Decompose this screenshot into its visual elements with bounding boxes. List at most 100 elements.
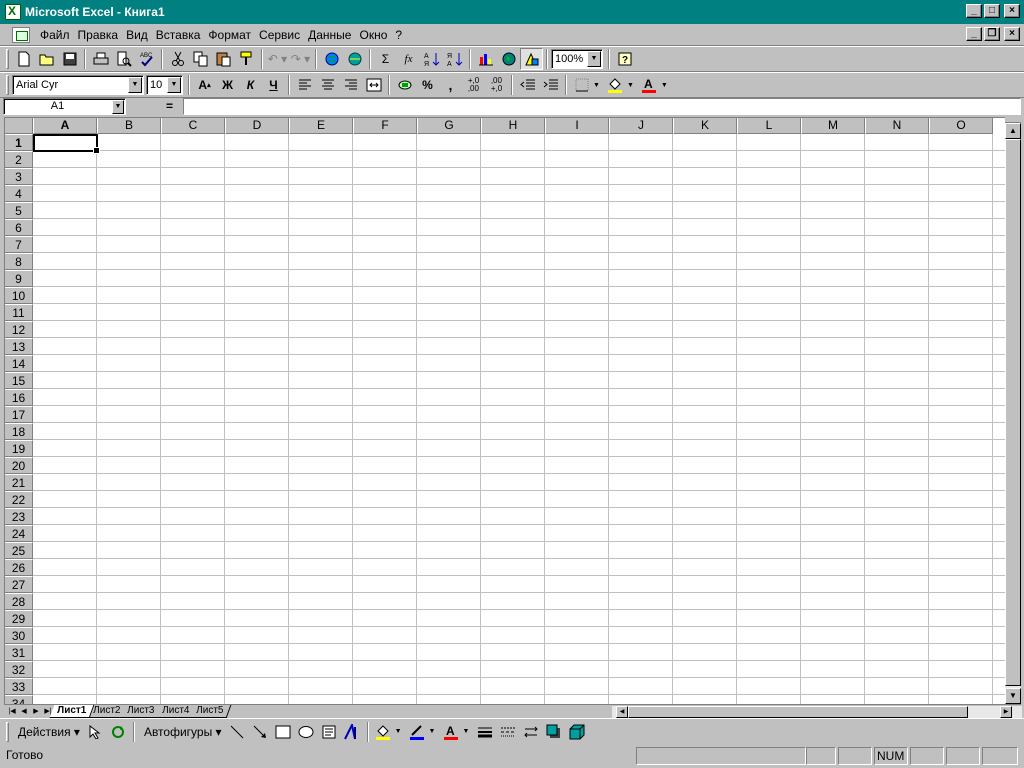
column-header-o[interactable]: O [929,118,993,134]
chevron-down-icon[interactable]: ▼ [112,100,124,114]
sort-ascending-icon[interactable]: АЯ [420,48,443,70]
format-painter-icon[interactable] [235,48,258,70]
select-objects-icon[interactable] [84,721,107,743]
sort-descending-icon[interactable]: ЯА [443,48,466,70]
menu-insert[interactable]: Вставка [152,28,205,42]
menu-edit[interactable]: Правка [74,28,123,42]
row-header-8[interactable]: 8 [5,253,33,270]
toolbar-grip[interactable] [6,49,9,69]
column-header-j[interactable]: J [609,118,673,134]
worksheet-grid[interactable]: ABCDEFGHIJKLMNO 1 2 3 4 5 6 7 8 9 10 11 12 13 14 15 16 1… [4,117,1005,704]
font-color-icon[interactable]: A [638,74,661,96]
menu-data[interactable]: Данные [304,28,355,42]
increase-decimal-icon[interactable]: +,0,00 [462,74,485,96]
arrow-style-icon[interactable] [519,721,542,743]
active-cell[interactable] [33,134,100,154]
undo-icon[interactable]: ↶ ▾ [266,48,289,70]
close-button[interactable]: × [1004,4,1020,18]
currency-style-icon[interactable] [393,74,416,96]
column-header-l[interactable]: L [737,118,801,134]
row-header-12[interactable]: 12 [5,321,33,338]
insert-hyperlink-icon[interactable] [320,48,343,70]
edit-formula-button[interactable]: = [166,99,173,113]
chevron-down-icon[interactable]: ▼ [128,77,142,93]
cell-grid[interactable] [33,134,1005,704]
column-header-b[interactable]: B [97,118,161,134]
column-header-h[interactable]: H [481,118,545,134]
formula-input[interactable] [183,98,1021,115]
row-header-11[interactable]: 11 [5,304,33,321]
row-header-5[interactable]: 5 [5,202,33,219]
row-header-31[interactable]: 31 [5,644,33,661]
spelling-icon[interactable]: ABC [135,48,158,70]
bold-button[interactable]: Ж [216,74,239,96]
row-header-22[interactable]: 22 [5,491,33,508]
arrow-icon[interactable] [249,721,272,743]
row-header-10[interactable]: 10 [5,287,33,304]
scroll-up-icon[interactable]: ▲ [1005,123,1021,139]
line-icon[interactable] [226,721,249,743]
row-header-32[interactable]: 32 [5,661,33,678]
web-toolbar-icon[interactable] [343,48,366,70]
horizontal-scrollbar[interactable]: ◀ ▶ [612,706,1022,718]
name-box[interactable]: A1 ▼ [3,98,126,115]
doc-restore-button[interactable]: ❐ [984,27,1000,41]
increase-indent-icon[interactable] [539,74,562,96]
print-preview-icon[interactable] [112,48,135,70]
menu-format[interactable]: Формат [204,28,255,42]
menu-window[interactable]: Окно [355,28,391,42]
copy-icon[interactable] [189,48,212,70]
menu-help[interactable]: ? [391,28,406,42]
rectangle-icon[interactable] [272,721,295,743]
row-header-2[interactable]: 2 [5,151,33,168]
column-header-e[interactable]: E [289,118,353,134]
draw-font-color-icon[interactable]: A [439,721,462,743]
line-style-icon[interactable] [473,721,496,743]
borders-icon[interactable] [570,74,593,96]
column-header-m[interactable]: M [801,118,865,134]
doc-close-button[interactable]: × [1004,27,1020,41]
chevron-down-icon[interactable]: ▼ [627,82,634,89]
prev-sheet-icon[interactable]: ◀ [18,706,30,718]
row-header-34[interactable]: 34 [5,695,33,704]
autoshapes-menu[interactable]: Автофигуры ▾ [138,725,226,739]
menu-tools[interactable]: Сервис [255,28,304,42]
decrease-decimal-icon[interactable]: ,00 +,0 [485,74,508,96]
dash-style-icon[interactable] [496,721,519,743]
menu-view[interactable]: Вид [122,28,152,42]
chevron-down-icon[interactable]: ▼ [661,82,668,89]
first-sheet-icon[interactable]: |◀ [6,706,18,718]
text-box-icon[interactable] [318,721,341,743]
row-header-15[interactable]: 15 [5,372,33,389]
excel-app-icon[interactable] [5,4,21,20]
underline-button[interactable]: Ч [262,74,285,96]
row-header-26[interactable]: 26 [5,559,33,576]
chart-wizard-icon[interactable] [474,48,497,70]
row-header-28[interactable]: 28 [5,593,33,610]
row-header-16[interactable]: 16 [5,389,33,406]
chevron-down-icon[interactable]: ▼ [462,728,469,735]
new-document-icon[interactable] [12,48,35,70]
oval-icon[interactable] [295,721,318,743]
toolbar-grip[interactable] [6,721,9,742]
shadow-icon[interactable] [542,721,565,743]
row-header-9[interactable]: 9 [5,270,33,287]
row-header-30[interactable]: 30 [5,627,33,644]
column-header-d[interactable]: D [225,118,289,134]
maximize-button[interactable]: □ [984,4,1000,18]
scroll-left-icon[interactable]: ◀ [616,706,628,718]
column-header-g[interactable]: G [417,118,481,134]
line-color-icon[interactable] [406,721,429,743]
row-header-3[interactable]: 3 [5,168,33,185]
print-icon[interactable] [89,48,112,70]
comma-style-button[interactable]: , [439,74,462,96]
draw-actions-menu[interactable]: Действия ▾ [12,725,84,739]
row-header-27[interactable]: 27 [5,576,33,593]
column-header-f[interactable]: F [353,118,417,134]
menu-file[interactable]: Файл [36,28,74,42]
fill-color-icon[interactable] [604,74,627,96]
open-folder-icon[interactable] [35,48,58,70]
chevron-down-icon[interactable]: ▼ [593,82,600,89]
align-center-icon[interactable] [316,74,339,96]
3d-icon[interactable] [565,721,588,743]
